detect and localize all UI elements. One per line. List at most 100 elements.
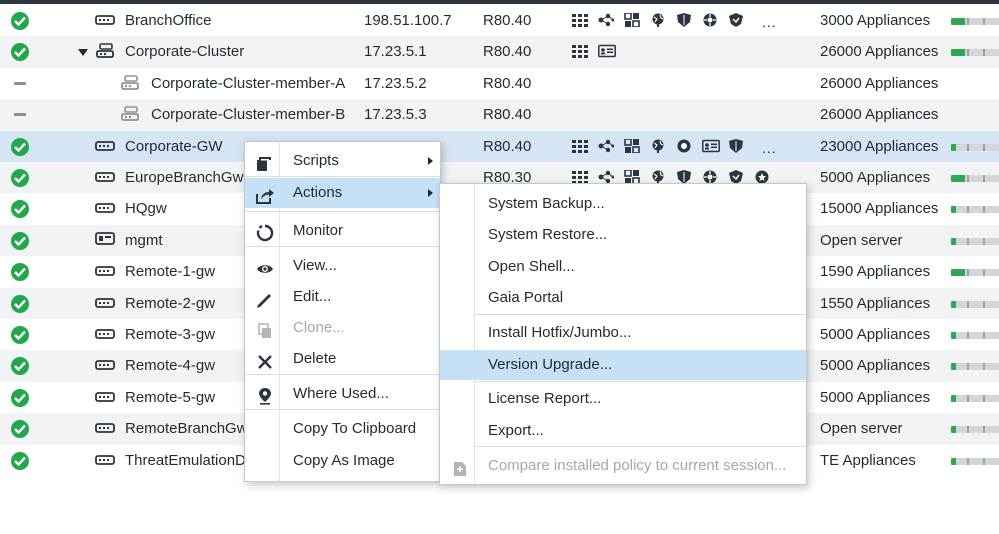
submenu-arrow-icon <box>428 189 433 197</box>
hardware: 15000 Appliances <box>820 200 939 218</box>
menu-item-where-used[interactable]: Where Used... <box>245 379 440 409</box>
gateway-icon <box>95 421 115 435</box>
status-cell <box>11 68 33 99</box>
ip-address: 17.23.5.1 <box>364 43 427 61</box>
hardware: 5000 Appliances <box>820 388 931 406</box>
table-row[interactable]: Corporate-Cluster-member-A 17.23.5.2 R80.4… <box>0 68 999 99</box>
table-row[interactable]: BranchOffice 198.51.100.7 R80.40... 3000 Ap… <box>0 5 999 36</box>
menu-item-copy-to-clipboard[interactable]: Copy To Clipboard <box>245 414 440 444</box>
meter-tick <box>967 237 969 245</box>
expand-toggle-icon[interactable] <box>78 49 88 57</box>
meter-tick <box>967 332 969 339</box>
more-blades-indicator[interactable]: ... <box>762 133 777 162</box>
anti-virus-blade-icon <box>728 170 744 184</box>
cluster-member-icon <box>120 106 140 122</box>
meter-tick <box>983 394 985 402</box>
ips-blade-icon <box>676 13 692 27</box>
clone-icon <box>256 320 274 338</box>
submenu-arrow-icon <box>428 157 433 165</box>
ip-address: 17.23.5.3 <box>364 106 427 124</box>
app-control-blade-icon <box>624 13 640 27</box>
submenu-item-gaia-portal[interactable]: Gaia Portal <box>440 283 806 313</box>
more-blades-indicator[interactable]: ... <box>762 7 777 36</box>
meter-tick <box>983 426 985 434</box>
active-blades: ... <box>572 131 802 162</box>
active-blades <box>572 99 802 130</box>
active-blades <box>572 36 802 67</box>
firewall-blade-icon <box>572 170 588 184</box>
submenu-item-license-report[interactable]: License Report... <box>440 384 806 414</box>
menu-item-label: Copy As Image <box>293 452 395 469</box>
meter-tick <box>967 49 969 57</box>
submenu-item-system-restore[interactable]: System Restore... <box>440 220 806 250</box>
menu-item-delete[interactable]: Delete <box>245 344 440 374</box>
menu-item-scripts[interactable]: Scripts <box>245 146 440 176</box>
status-cell <box>11 131 33 162</box>
meter-tick <box>983 363 985 371</box>
status-ok-icon <box>11 263 29 282</box>
menu-item-label: View... <box>293 257 337 274</box>
pencil-icon <box>256 289 274 308</box>
menu-separator <box>245 374 440 375</box>
status-ok-icon <box>11 12 29 30</box>
submenu-item-export[interactable]: Export... <box>440 416 806 446</box>
gateway-icon <box>95 170 115 184</box>
meter-tick <box>967 363 969 371</box>
status-cell <box>11 288 33 319</box>
cpu-usage-fill <box>951 237 956 245</box>
hardware: 5000 Appliances <box>820 357 931 375</box>
identity-awareness-blade-icon <box>702 139 720 153</box>
menu-item-monitor[interactable]: Monitor <box>245 216 440 246</box>
menu-separator <box>245 246 440 247</box>
table-row[interactable]: Corporate-Cluster-member-B 17.23.5.3 R80.4… <box>0 99 999 131</box>
submenu-item-label: Export... <box>488 422 544 439</box>
menu-item-label: Where Used... <box>293 385 389 402</box>
meter-tick <box>967 300 969 308</box>
hardware: 26000 Appliances <box>820 74 939 92</box>
object-name: BranchOffice <box>125 12 212 29</box>
gateway-icon <box>95 296 115 310</box>
cpu-usage-meter <box>951 363 999 371</box>
submenu-item-label: Open Shell... <box>488 258 575 275</box>
menu-item-view[interactable]: View... <box>245 251 440 281</box>
cpu-usage-meter <box>951 206 999 214</box>
meter-tick <box>983 18 985 25</box>
vpn-blade-icon <box>598 13 614 27</box>
meter-tick <box>983 49 985 57</box>
menu-separator <box>245 211 440 212</box>
gateway-icon <box>95 358 115 372</box>
status-cell <box>11 382 33 413</box>
cpu-usage-fill <box>951 300 956 308</box>
cpu-usage-meter <box>951 300 999 308</box>
menu-item-copy-as-image[interactable]: Copy As Image <box>245 446 440 476</box>
status-unknown-icon <box>14 113 26 117</box>
cpu-usage-fill <box>951 457 956 465</box>
cpu-usage-meter <box>951 394 999 402</box>
hardware: 23000 Appliances <box>820 137 939 155</box>
menu-item-edit[interactable]: Edit... <box>245 282 440 312</box>
status-ok-icon <box>11 231 29 250</box>
url-filtering-blade-icon <box>650 139 666 153</box>
gateway-icon <box>95 327 115 341</box>
table-row[interactable]: Corporate-Cluster 17.23.5.1 R80.40 26000 Ap… <box>0 36 999 68</box>
menu-item-label: Copy To Clipboard <box>293 420 417 437</box>
cpu-usage-fill <box>951 332 956 339</box>
menu-item-actions[interactable]: Actions <box>245 178 440 208</box>
submenu-item-system-backup[interactable]: System Backup... <box>440 189 806 219</box>
meter-tick <box>983 269 985 277</box>
hardware: 5000 Appliances <box>820 326 931 343</box>
menu-item-label: Scripts <box>293 152 339 169</box>
active-blades: ... <box>572 5 802 36</box>
gateway-icon <box>95 390 115 404</box>
script-icon <box>256 153 274 171</box>
status-cell <box>11 162 33 193</box>
submenu-item-open-shell[interactable]: Open Shell... <box>440 252 806 282</box>
submenu-item-label: System Restore... <box>488 226 608 243</box>
submenu-item-install-hotfix-jumbo[interactable]: Install Hotfix/Jumbo... <box>440 318 806 348</box>
status-ok-icon <box>11 357 29 376</box>
submenu-item-version-upgrade[interactable]: Version Upgrade... <box>440 350 806 380</box>
table-row[interactable]: Corporate-GW R80.40... 23000 Appliances <box>0 130 999 162</box>
cpu-usage-fill <box>951 394 956 402</box>
status-cell <box>11 5 33 36</box>
menu-item-clone: Clone... <box>245 313 440 343</box>
